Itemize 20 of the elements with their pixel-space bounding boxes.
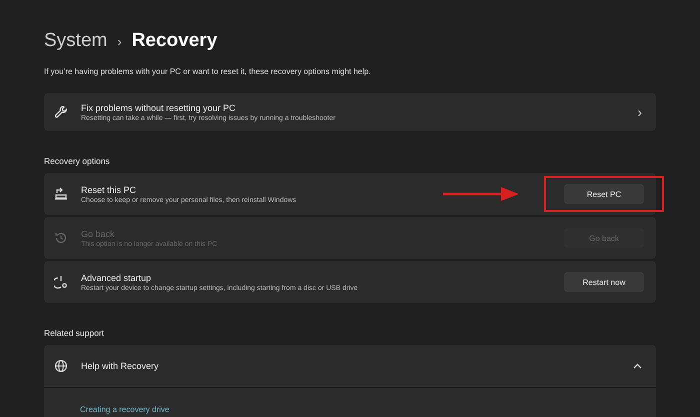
laptop-arrow-icon [54, 187, 68, 201]
page-title: Recovery [132, 30, 218, 52]
option-title: Go back [81, 228, 116, 238]
card-title: Help with Recovery [81, 361, 160, 371]
option-title: Reset this PC [81, 184, 138, 194]
wrench-icon [54, 105, 68, 119]
help-link[interactable]: Creating a recovery drive [80, 405, 170, 414]
option-title: Advanced startup [81, 272, 152, 282]
power-gear-icon [54, 275, 68, 289]
breadcrumb-link[interactable]: System [44, 30, 108, 52]
option-button[interactable]: Reset PC [564, 184, 644, 204]
card-title: Fix problems without resetting your PC [81, 102, 237, 112]
option-button[interactable]: Restart now [564, 272, 644, 292]
history-icon [54, 231, 68, 245]
globe-icon [54, 359, 68, 373]
breadcrumb-separator: › [117, 34, 122, 48]
chevron-icon: › [637, 104, 642, 120]
section-heading: Recovery options [44, 156, 111, 166]
section-heading: Related support [44, 328, 106, 338]
page-description: If you’re having problems with your PC or want to reset it, these recovery options might help. [44, 67, 372, 76]
